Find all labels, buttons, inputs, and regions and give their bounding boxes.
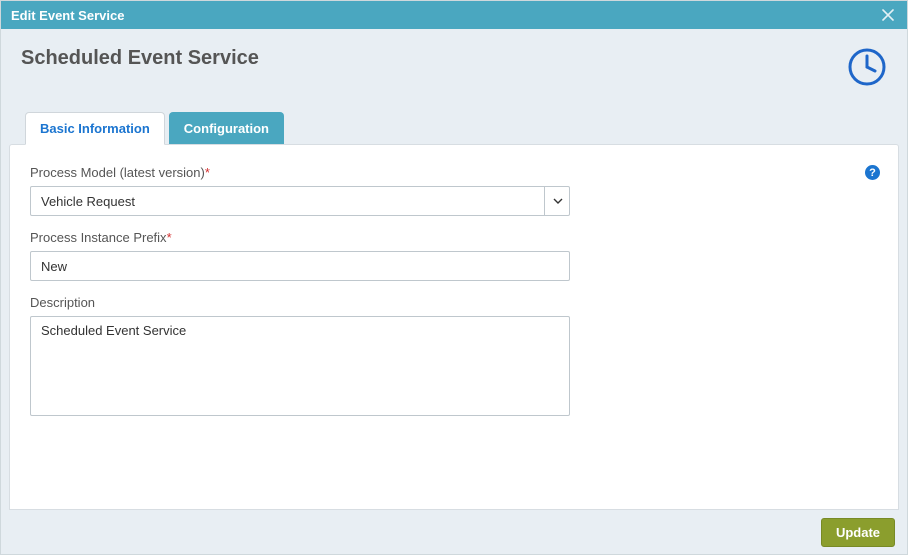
tab-configuration[interactable]: Configuration <box>169 112 284 145</box>
required-asterisk: * <box>205 165 210 180</box>
tab-bar: Basic Information Configuration <box>1 92 907 145</box>
process-model-select[interactable]: Vehicle Request <box>30 186 570 216</box>
field-instance-prefix: Process Instance Prefix* <box>30 230 570 281</box>
instance-prefix-input[interactable] <box>30 251 570 281</box>
description-textarea[interactable] <box>30 316 570 416</box>
tab-basic-information[interactable]: Basic Information <box>25 112 165 145</box>
modal-footer: Update <box>1 510 907 554</box>
clock-icon <box>847 47 887 92</box>
field-description: Description <box>30 295 570 421</box>
instance-prefix-label: Process Instance Prefix* <box>30 230 570 245</box>
close-icon[interactable] <box>879 6 897 24</box>
modal-titlebar: Edit Event Service <box>1 1 907 29</box>
page-title: Scheduled Event Service <box>21 47 259 70</box>
edit-event-service-modal: Edit Event Service Scheduled Event Servi… <box>0 0 908 555</box>
update-button[interactable]: Update <box>821 518 895 547</box>
modal-title: Edit Event Service <box>11 8 124 23</box>
header-area: Scheduled Event Service <box>1 29 907 92</box>
form-panel: ? Process Model (latest version)* Vehicl… <box>9 144 899 510</box>
instance-prefix-label-text: Process Instance Prefix <box>30 230 167 245</box>
help-icon[interactable]: ? <box>865 165 880 180</box>
field-process-model: Process Model (latest version)* Vehicle … <box>30 165 570 216</box>
process-model-value: Vehicle Request <box>30 186 570 216</box>
process-model-label-text: Process Model (latest version) <box>30 165 205 180</box>
required-asterisk: * <box>167 230 172 245</box>
description-label: Description <box>30 295 570 310</box>
process-model-label: Process Model (latest version)* <box>30 165 570 180</box>
